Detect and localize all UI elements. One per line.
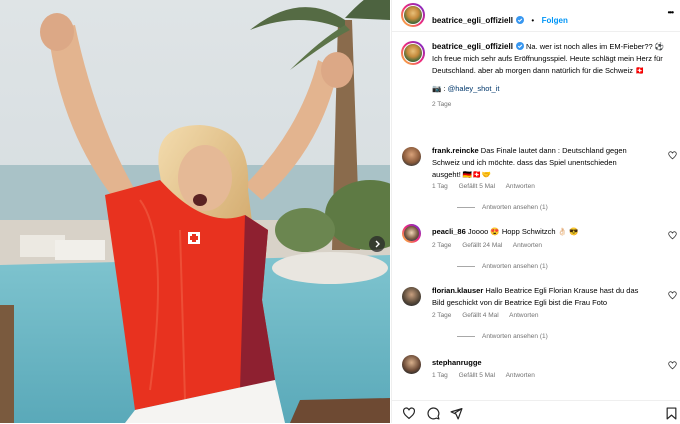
comment-likes[interactable]: Gefällt 5 Mal <box>459 183 496 190</box>
comment-username[interactable]: frank.reincke <box>432 146 479 155</box>
post-side-panel: beatrice_egli_offiziell • Folgen ••• bea… <box>391 0 680 424</box>
view-replies-button[interactable]: Antworten ansehen (1) <box>457 204 548 211</box>
commenter-avatar[interactable] <box>402 355 421 374</box>
comment-reply-button[interactable]: Antworten <box>513 242 542 249</box>
heart-icon[interactable] <box>668 151 677 160</box>
comment-meta: 2 Tage Gefällt 24 Mal Antworten <box>432 242 551 249</box>
caption-age: 2 Tage <box>432 101 452 108</box>
post-header: beatrice_egli_offiziell • Folgen ••• <box>392 0 680 32</box>
comment-text: florian.klauser Hallo Beatrice Egli Flor… <box>432 285 647 309</box>
comment-username[interactable]: stephanrugge <box>432 358 482 367</box>
chevron-right-icon <box>375 240 380 248</box>
caption-username[interactable]: beatrice_egli_offiziell <box>432 42 513 51</box>
photo-illustration <box>0 0 390 423</box>
view-replies-button[interactable]: Antworten ansehen (1) <box>457 333 548 340</box>
verified-badge-icon <box>515 16 524 24</box>
verified-badge-icon <box>515 42 524 50</box>
commenter-avatar[interactable] <box>402 224 421 243</box>
view-replies-button[interactable]: Antworten ansehen (1) <box>457 263 548 270</box>
author-avatar[interactable] <box>401 3 425 27</box>
caption-text-line1: Na. wer ist noch alles im EM-Fieber?? ⚽ <box>526 42 665 51</box>
photo-credit-separator: : <box>443 84 446 93</box>
photo-credit: 📷 : @haley_shot_it <box>432 83 667 95</box>
caption-author-avatar[interactable] <box>401 41 425 65</box>
caption-text-line2: Ich freue mich sehr aufs Eröffnungsspiel… <box>432 54 663 75</box>
caption: beatrice_egli_offiziell Na. wer ist noch… <box>432 41 667 108</box>
heart-icon[interactable] <box>668 361 677 370</box>
commenter-avatar[interactable] <box>402 287 421 306</box>
camera-icon: 📷 <box>432 84 442 93</box>
comment-body: Joooo 😍 Hopp Schwitzch 👌🏻 😎 <box>467 227 579 236</box>
comment-text: stephanrugge <box>432 357 647 369</box>
comment-likes[interactable]: Gefällt 24 Mal <box>462 242 502 249</box>
comment-reply-button[interactable]: Antworten <box>509 312 538 319</box>
comment-reply-button[interactable]: Antworten <box>506 372 535 379</box>
comment-meta: 1 Tag Gefällt 5 Mal Antworten <box>432 183 544 190</box>
action-bar <box>392 400 680 424</box>
comment-username[interactable]: peacli_86 <box>432 227 466 236</box>
follow-button[interactable]: Folgen <box>542 16 568 25</box>
photo-credit-link[interactable]: @haley_shot_it <box>448 84 500 93</box>
caption-first-line: beatrice_egli_offiziell Na. wer ist noch… <box>432 41 667 53</box>
separator-dot: • <box>531 16 535 25</box>
post-photo <box>0 0 390 423</box>
comment-meta: 1 Tag Gefällt 5 Mal Antworten <box>432 372 544 379</box>
share-icon[interactable] <box>450 407 463 420</box>
comment-text: frank.reincke Das Finale lautet dann : D… <box>432 145 647 181</box>
heart-icon[interactable] <box>402 407 416 420</box>
comment-age: 1 Tag <box>432 183 448 190</box>
comment-text: peacli_86 Joooo 😍 Hopp Schwitzch 👌🏻 😎 <box>432 226 647 238</box>
comment-username[interactable]: florian.klauser <box>432 286 483 295</box>
carousel-next-button[interactable] <box>369 236 385 252</box>
bookmark-icon[interactable] <box>666 407 677 420</box>
comment-age: 2 Tage <box>432 242 452 249</box>
comment-meta: 2 Tage Gefällt 4 Mal Antworten <box>432 312 547 319</box>
heart-icon[interactable] <box>668 291 677 300</box>
comment-age: 2 Tage <box>432 312 452 319</box>
author-username[interactable]: beatrice_egli_offiziell <box>432 16 513 25</box>
comment-age: 1 Tag <box>432 372 448 379</box>
more-options-button[interactable]: ••• <box>668 8 674 17</box>
commenter-avatar[interactable] <box>402 147 421 166</box>
heart-icon[interactable] <box>668 231 677 240</box>
comment-icon[interactable] <box>427 407 440 420</box>
comment-likes[interactable]: Gefällt 5 Mal <box>459 372 496 379</box>
comment-reply-button[interactable]: Antworten <box>506 183 535 190</box>
header-author: beatrice_egli_offiziell • Folgen <box>432 10 568 28</box>
comment-likes[interactable]: Gefällt 4 Mal <box>462 312 499 319</box>
